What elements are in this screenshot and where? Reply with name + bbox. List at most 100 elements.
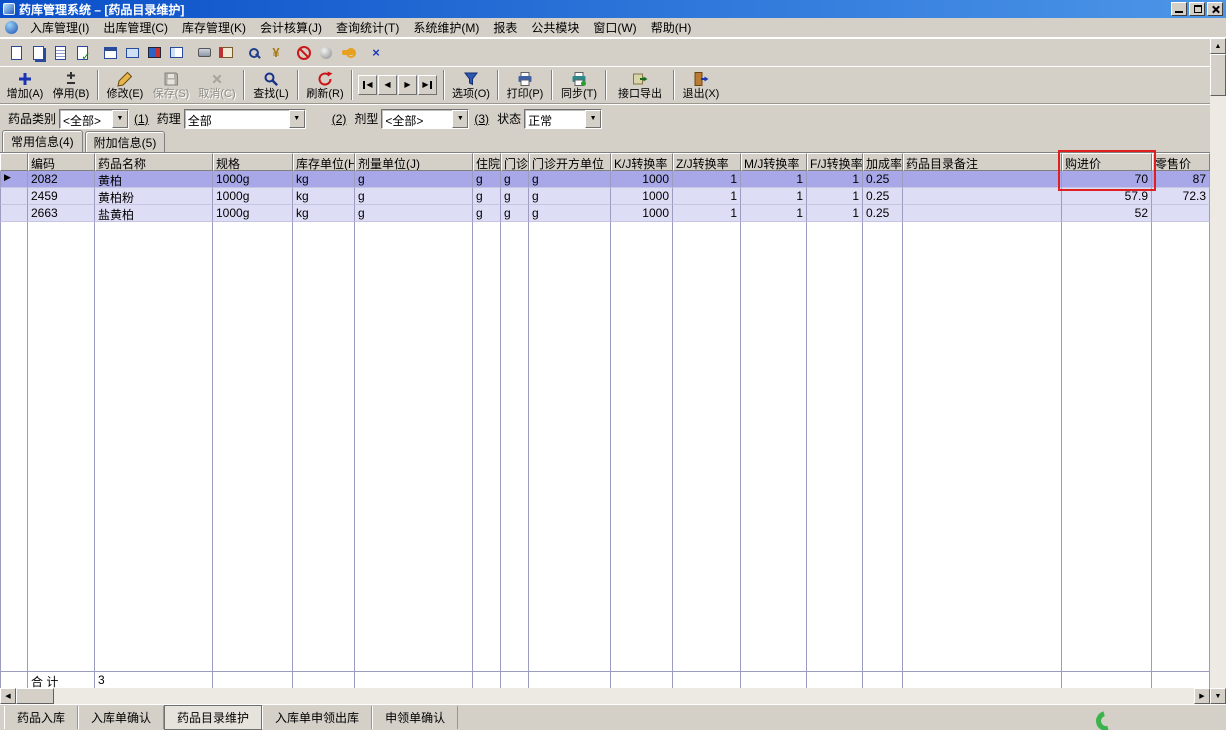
scroll-up-button[interactable]: ▲ — [1210, 38, 1226, 54]
table-row-1[interactable]: 2459 黄柏粉 1000g kg g g g g 1000 1 1 1 0.25 57.9 72.3 — [0, 188, 1210, 205]
close-button[interactable] — [1207, 2, 1223, 16]
column-header-13[interactable]: 药品目录备注 — [903, 153, 1062, 171]
dosage-form-dropdown-button[interactable]: ▼ — [452, 109, 469, 128]
report-button[interactable] — [165, 42, 187, 64]
column-header-2[interactable]: 规格 — [213, 153, 293, 171]
category-dropdown[interactable]: <全部> ▼ — [59, 108, 130, 129]
key-button[interactable] — [337, 42, 359, 64]
copy-doc-button[interactable] — [27, 42, 49, 64]
bottom-tab-4[interactable]: 申领单确认 — [372, 706, 459, 729]
bottom-tab-1[interactable]: 入库单确认 — [78, 706, 165, 729]
search-button[interactable] — [243, 42, 265, 64]
vertical-scroll-thumb[interactable] — [1210, 54, 1226, 96]
menu-item-0[interactable]: 入库管理(I) — [23, 16, 96, 39]
menu-item-2[interactable]: 库存管理(K) — [175, 16, 253, 39]
refresh-button[interactable]: 刷新(R) — [302, 67, 348, 103]
doc-check-button[interactable]: ✓ — [71, 42, 93, 64]
column-header-4[interactable]: 剂量单位(J) — [355, 153, 473, 171]
menu-item-1[interactable]: 出库管理(C) — [96, 16, 175, 39]
sphere-button[interactable] — [315, 42, 337, 64]
forbidden-button[interactable] — [293, 42, 315, 64]
book-button[interactable] — [215, 42, 237, 64]
category-dropdown-button[interactable]: ▼ — [112, 109, 129, 128]
options-button[interactable]: 选项(O) — [448, 67, 494, 103]
exit-button[interactable]: 退出(X) — [678, 67, 724, 103]
bottom-tab-3[interactable]: 入库单申领出库 — [262, 706, 373, 729]
find-button[interactable]: 查找(L) — [248, 67, 294, 103]
dosage-form-dropdown[interactable]: <全部> ▼ — [381, 108, 470, 129]
menu-item-8[interactable]: 窗口(W) — [586, 16, 643, 39]
disable-button[interactable]: 停用(B) — [48, 67, 94, 103]
card-button[interactable] — [121, 42, 143, 64]
next-record-button[interactable]: ▶ — [398, 75, 417, 95]
horizontal-scrollbar[interactable]: ◀ ▶ — [0, 688, 1210, 704]
print-button[interactable]: 打印(P) — [502, 67, 548, 103]
prev-record-button[interactable]: ◀ — [378, 75, 397, 95]
disk-button[interactable] — [193, 42, 215, 64]
tab-0[interactable]: 常用信息(4) — [2, 130, 83, 152]
column-header-3[interactable]: 库存单位(H) — [293, 153, 355, 171]
vertical-scrollbar[interactable]: ▲ ▼ — [1210, 38, 1226, 704]
column-header-9[interactable]: Z/J转换率 — [673, 153, 741, 171]
column-header-8[interactable]: K/J转换率 — [611, 153, 673, 171]
close-window-button[interactable]: × — [365, 42, 387, 64]
cell: 2459 — [28, 188, 95, 205]
menu-item-9[interactable]: 帮助(H) — [644, 16, 699, 39]
table-row-2[interactable]: 2663 盐黄柏 1000g kg g g g g 1000 1 1 1 0.25 52 — [0, 205, 1210, 222]
menu-item-3[interactable]: 会计核算(J) — [253, 16, 329, 39]
column-header-6[interactable]: 门诊 — [501, 153, 529, 171]
column-header-14[interactable]: 购进价 — [1062, 153, 1152, 171]
sync-button[interactable]: 同步(T) — [556, 67, 602, 103]
status-dropdown[interactable]: 正常 ▼ — [524, 108, 603, 129]
cell: g — [355, 205, 473, 222]
first-record-button[interactable]: ◀ — [358, 75, 377, 95]
scroll-right-button[interactable]: ▶ — [1194, 688, 1210, 704]
menu-item-7[interactable]: 公共模块 — [524, 16, 586, 39]
pharmacology-dropdown[interactable]: 全部 ▼ — [183, 108, 306, 129]
status-dropdown-button[interactable]: ▼ — [585, 109, 602, 128]
column-header-15[interactable]: 零售价 — [1152, 153, 1210, 171]
column-header-5[interactable]: 住院 — [473, 153, 501, 171]
column-header-12[interactable]: 加成率 — [863, 153, 903, 171]
books-button[interactable] — [143, 42, 165, 64]
scroll-left-button[interactable]: ◀ — [0, 688, 16, 704]
dosage-form-filter-label: 剂型 — [354, 112, 379, 126]
new-doc-button[interactable] — [5, 42, 27, 64]
horizontal-scroll-thumb[interactable] — [16, 688, 54, 704]
footer-cell — [355, 672, 473, 688]
scroll-down-button[interactable]: ▼ — [1210, 688, 1226, 704]
restore-button[interactable] — [1189, 2, 1205, 16]
export-button[interactable]: 接口导出 — [610, 67, 670, 103]
menu-item-4[interactable]: 查询统计(T) — [329, 16, 406, 39]
menu-item-5[interactable]: 系统维护(M) — [406, 16, 486, 39]
doc-lines-button[interactable] — [49, 42, 71, 64]
options-icon — [463, 71, 479, 88]
column-header-1[interactable]: 药品名称 — [95, 153, 213, 171]
edit-button[interactable]: 修改(E) — [102, 67, 148, 103]
find-icon — [263, 71, 279, 88]
add-button[interactable]: 增加(A) — [2, 67, 48, 103]
column-header-0[interactable]: 编码 — [28, 153, 95, 171]
column-header-10[interactable]: M/J转换率 — [741, 153, 807, 171]
add-icon — [17, 71, 33, 88]
vertical-scroll-track[interactable] — [1210, 54, 1226, 688]
menu-item-6[interactable]: 报表 — [486, 16, 524, 39]
minimize-button[interactable] — [1171, 2, 1187, 16]
cell: 1000g — [213, 171, 293, 188]
cell: 1 — [807, 188, 863, 205]
sync-label: 同步(T) — [560, 87, 598, 100]
toolbar-separator — [97, 70, 99, 100]
bottom-tab-2[interactable]: 药品目录维护 — [164, 705, 263, 730]
bottom-tab-0[interactable]: 药品入库 — [4, 706, 79, 729]
tab-1[interactable]: 附加信息(5) — [84, 131, 166, 152]
column-header-11[interactable]: F/J转换率 — [807, 153, 863, 171]
horizontal-scroll-track[interactable] — [16, 688, 1194, 704]
column-header-7[interactable]: 门诊开方单位 — [529, 153, 611, 171]
pharmacology-dropdown-button[interactable]: ▼ — [288, 109, 305, 128]
table-row-0[interactable]: ▶ 2082 黄柏 1000g kg g g g g 1000 1 1 1 0.25 70 87 — [0, 171, 1210, 188]
bottom-tab-bar: 药品入库 入库单确认 药品目录维护 入库单申领出库 申领单确认 — [0, 704, 1226, 730]
money-button[interactable]: ¥ — [265, 42, 287, 64]
last-record-button[interactable]: ▶ — [418, 75, 437, 95]
toolbar-separator — [551, 70, 553, 100]
calendar-button[interactable] — [99, 42, 121, 64]
